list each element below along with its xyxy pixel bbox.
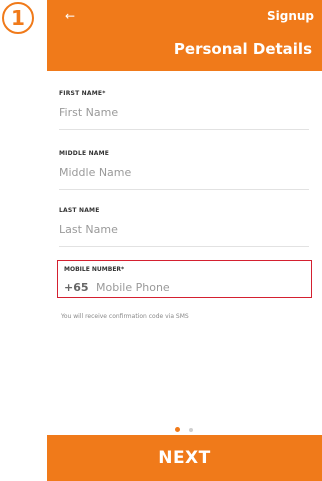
first-name-input[interactable]: First Name <box>59 105 309 121</box>
last-name-input[interactable]: Last Name <box>59 222 309 238</box>
page-dot-active <box>175 427 180 432</box>
last-name-field: LAST NAME Last Name <box>59 207 309 247</box>
middle-name-input[interactable]: Middle Name <box>59 165 309 181</box>
middle-name-label: MIDDLE NAME <box>59 150 110 157</box>
country-code[interactable]: +65 <box>64 281 89 294</box>
signup-screen: ← Signup Personal Details FIRST NAME* Fi… <box>47 0 322 481</box>
step-number-badge: 1 <box>2 2 34 34</box>
last-name-underline <box>59 246 309 247</box>
first-name-underline <box>59 129 309 130</box>
middle-name-underline <box>59 189 309 190</box>
first-name-field: FIRST NAME* First Name <box>59 90 309 130</box>
page-dot-inactive <box>189 427 194 432</box>
middle-name-field: MIDDLE NAME Middle Name <box>59 150 309 190</box>
signup-label: Signup <box>266 9 314 23</box>
mobile-phone-placeholder: Mobile Phone <box>96 281 170 294</box>
back-arrow-icon[interactable]: ← <box>65 10 75 22</box>
mobile-number-field: MOBILE NUMBER* +65 Mobile Phone <box>57 260 312 298</box>
page-indicator <box>175 419 197 432</box>
last-name-label: LAST NAME <box>59 207 100 214</box>
sms-helper-text: You will receive confirmation code via S… <box>61 313 189 320</box>
next-button[interactable]: NEXT <box>47 435 322 481</box>
mobile-number-label: MOBILE NUMBER* <box>64 266 125 273</box>
mobile-number-input[interactable]: +65 Mobile Phone <box>64 281 170 295</box>
page-title: Personal Details <box>173 40 312 58</box>
first-name-label: FIRST NAME* <box>59 90 106 97</box>
header-bar: ← Signup Personal Details <box>47 0 322 71</box>
